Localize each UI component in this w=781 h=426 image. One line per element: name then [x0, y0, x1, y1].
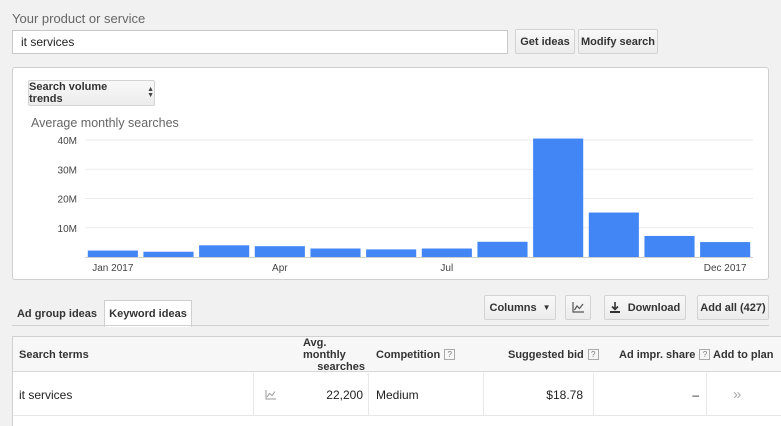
- help-icon[interactable]: ?: [587, 349, 599, 360]
- header-ad-impr-share[interactable]: Ad impr. share ?: [619, 337, 711, 372]
- x-tick-label: Apr: [272, 263, 288, 274]
- header-suggested-bid-label: Suggested bid: [508, 348, 584, 361]
- chart-bar: [143, 251, 194, 257]
- columns-button[interactable]: Columns ▼: [484, 295, 556, 320]
- chart-toggle-button[interactable]: [565, 295, 591, 320]
- chart-bar: [254, 246, 305, 257]
- header-avg-monthly-line1: Avg. monthly: [303, 336, 346, 361]
- search-input[interactable]: [12, 30, 508, 54]
- header-avg-monthly-searches[interactable]: Avg. monthly searches: [303, 336, 365, 373]
- download-icon: [609, 302, 620, 313]
- column-separator: [706, 373, 707, 416]
- suggested-bid-value: $18.78: [546, 387, 583, 402]
- x-tick-label: Jul: [440, 263, 453, 274]
- columns-label: Columns: [489, 301, 537, 314]
- chart-bar: [199, 245, 250, 257]
- line-chart-icon: [265, 389, 276, 399]
- column-separator: [253, 373, 254, 416]
- chart-bar: [366, 249, 417, 257]
- chart-bar: [700, 242, 751, 257]
- header-suggested-bid[interactable]: Suggested bid ?: [508, 337, 599, 372]
- keyword-ideas-table: Search terms Avg. monthly searches Compe…: [12, 336, 781, 426]
- header-competition[interactable]: Competition ?: [376, 337, 456, 372]
- y-tick-label: 40M: [58, 136, 77, 147]
- chart-bar: [87, 250, 138, 257]
- add-to-plan-arrow[interactable]: »: [733, 373, 741, 416]
- y-tick-label: 30M: [58, 165, 77, 176]
- help-icon[interactable]: ?: [444, 349, 456, 360]
- modify-search-button[interactable]: Modify search: [578, 29, 658, 54]
- table-row[interactable]: it services 22,200 Medium $18.78 – »: [13, 373, 781, 416]
- table-header: Search terms Avg. monthly searches Compe…: [13, 336, 781, 373]
- header-search-terms[interactable]: Search terms: [19, 337, 89, 372]
- column-separator: [483, 373, 484, 416]
- tab-keyword-ideas[interactable]: Keyword ideas: [104, 300, 192, 327]
- row-trend-icon-cell[interactable]: [265, 373, 277, 416]
- chart-bar: [588, 212, 639, 257]
- download-label: Download: [627, 301, 681, 314]
- tab-ad-group-ideas[interactable]: Ad group ideas: [12, 302, 102, 326]
- column-separator: [593, 373, 594, 416]
- keyword-term[interactable]: it services: [19, 373, 72, 416]
- x-tick-label: Dec 2017: [704, 263, 747, 274]
- chart-bar: [310, 248, 361, 257]
- download-button[interactable]: Download: [604, 295, 686, 320]
- x-tick-label: Jan 2017: [92, 263, 134, 274]
- chart-bar: [533, 138, 584, 257]
- column-separator: [368, 373, 369, 416]
- y-tick-label: 20M: [58, 195, 77, 206]
- tabs-divider: [12, 325, 769, 326]
- chart-bar: [477, 241, 528, 257]
- competition-value: Medium: [376, 387, 419, 402]
- ad-impr-share-value: –: [692, 387, 699, 402]
- y-tick-label: 10M: [58, 224, 77, 235]
- avg-monthly-searches: 22,200: [326, 387, 363, 402]
- header-add-to-plan: Add to plan: [713, 348, 774, 361]
- line-chart-icon: [571, 302, 584, 313]
- header-ad-impr-share-label: Ad impr. share: [619, 348, 696, 361]
- add-all-button[interactable]: Add all (427): [697, 295, 769, 320]
- header-avg-monthly-line2: searches: [317, 360, 365, 373]
- chart-bar: [421, 248, 472, 257]
- header-competition-label: Competition: [376, 348, 441, 361]
- help-icon[interactable]: ?: [699, 349, 711, 360]
- chart-bar: [644, 235, 695, 257]
- search-volume-chart: 10M 20M 30M 40M Jan 2017 Apr Jul Dec 2017: [58, 136, 753, 274]
- product-label: Your product or service: [12, 11, 146, 26]
- chart-card: Search volume trends ▲ ▼ Average monthly …: [12, 67, 769, 280]
- caret-down-icon: ▼: [542, 303, 551, 312]
- get-ideas-button[interactable]: Get ideas: [515, 29, 575, 54]
